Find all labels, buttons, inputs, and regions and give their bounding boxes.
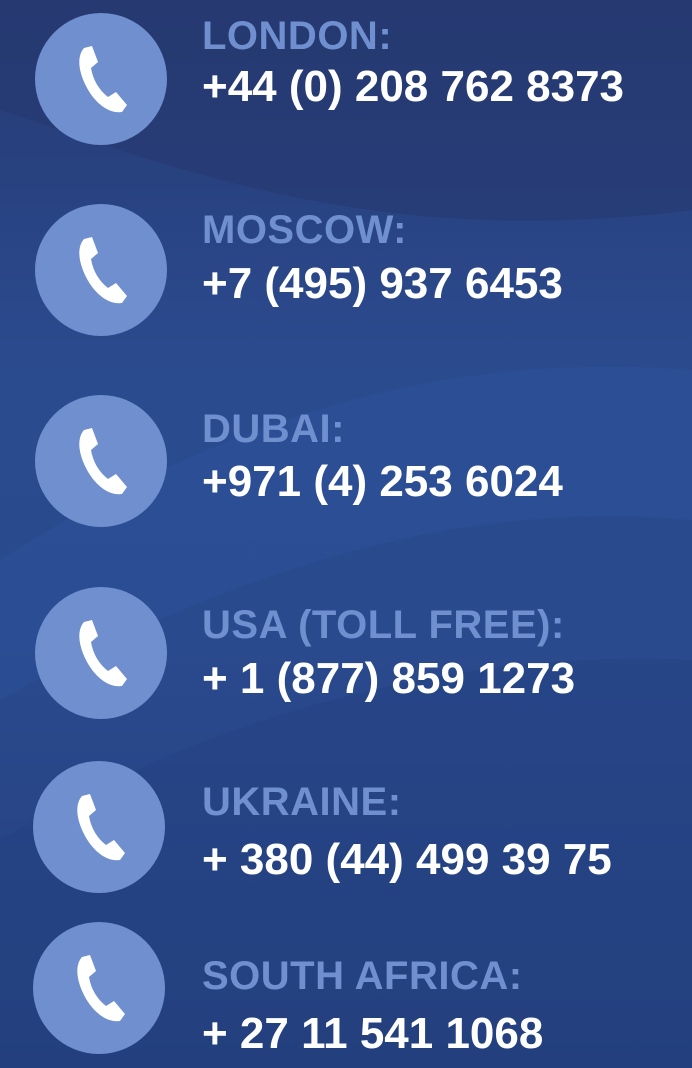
city-label: UKRAINE:: [202, 780, 402, 824]
contact-moscow: MOSCOW: +7 (495) 937 6453: [0, 190, 692, 336]
phone-button-usa[interactable]: [35, 587, 167, 719]
phone-number[interactable]: + 27 11 541 1068: [202, 1012, 543, 1056]
wave-background: [0, 0, 692, 1068]
phone-number[interactable]: + 380 (44) 499 39 75: [202, 838, 612, 882]
contact-dubai: DUBAI: +971 (4) 253 6024: [0, 385, 692, 527]
phone-number[interactable]: + 1 (877) 859 1273: [202, 657, 575, 701]
phone-number[interactable]: +44 (0) 208 762 8373: [202, 65, 624, 109]
phone-button-ukraine[interactable]: [33, 761, 165, 893]
phone-button-london[interactable]: [35, 13, 167, 145]
contact-london: LONDON: +44 (0) 208 762 8373: [0, 0, 692, 145]
phone-number[interactable]: +7 (495) 937 6453: [202, 262, 563, 306]
city-label: USA (TOLL FREE):: [202, 603, 565, 647]
phone-handset-icon: [79, 46, 127, 113]
phone-number[interactable]: +971 (4) 253 6024: [202, 460, 563, 504]
phone-button-moscow[interactable]: [35, 204, 167, 336]
phone-button-dubai[interactable]: [35, 395, 167, 527]
phone-handset-icon: [79, 428, 127, 495]
city-label: MOSCOW:: [202, 208, 407, 252]
contact-ukraine: UKRAINE: + 380 (44) 499 39 75: [0, 758, 692, 898]
contact-usa: USA (TOLL FREE): + 1 (877) 859 1273: [0, 575, 692, 719]
phone-handset-icon: [79, 620, 127, 687]
phone-handset-icon: [77, 955, 125, 1022]
phone-handset-icon: [77, 794, 125, 861]
phone-handset-icon: [79, 237, 127, 304]
city-label: DUBAI:: [202, 407, 345, 451]
city-label: SOUTH AFRICA:: [202, 954, 523, 998]
phone-button-south-africa[interactable]: [33, 922, 165, 1054]
city-label: LONDON:: [202, 14, 393, 58]
contact-south-africa: SOUTH AFRICA: + 27 11 541 1068: [0, 918, 692, 1058]
